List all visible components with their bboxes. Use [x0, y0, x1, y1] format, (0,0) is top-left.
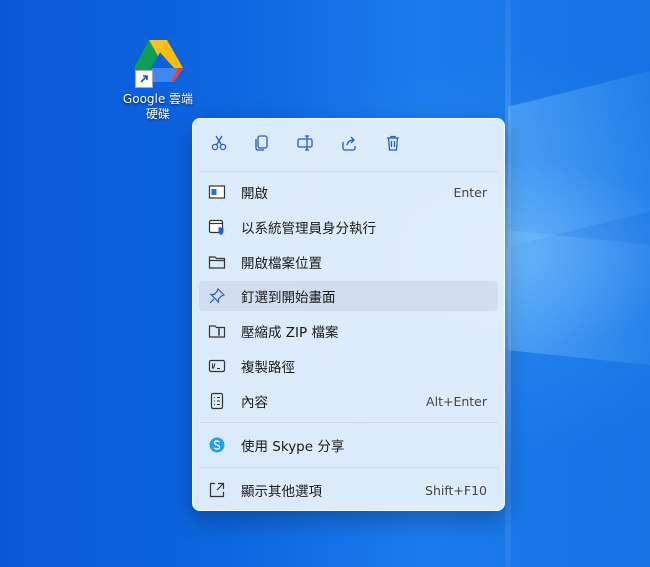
folder-icon — [207, 252, 227, 272]
rename-button[interactable] — [292, 133, 318, 157]
menu-item-label: 釘選到開始畫面 — [241, 290, 336, 306]
copy-icon — [253, 134, 271, 156]
context-menu-toolbar — [193, 119, 504, 171]
menu-item-label: 使用 Skype 分享 — [241, 439, 345, 455]
share-button[interactable] — [336, 133, 362, 157]
menu-item-label: 開啟檔案位置 — [241, 256, 322, 272]
run-as-admin-icon — [207, 217, 227, 237]
copy-path-icon — [207, 356, 227, 376]
wallpaper-pane — [508, 230, 650, 366]
cut-icon — [210, 134, 228, 156]
pin-icon — [207, 286, 227, 306]
more-options-icon — [207, 480, 227, 500]
menu-item-compress-zip[interactable]: 壓縮成 ZIP 檔案 — [199, 316, 498, 346]
shortcut-arrow-icon — [135, 70, 153, 88]
menu-item-properties[interactable]: 內容 Alt+Enter — [199, 386, 498, 416]
menu-separator — [199, 467, 498, 468]
menu-item-copy-path[interactable]: 複製路徑 — [199, 351, 498, 381]
zip-icon — [207, 321, 227, 341]
copy-button[interactable] — [249, 133, 275, 157]
properties-icon — [207, 391, 227, 411]
menu-item-label: 顯示其他選項 — [241, 484, 322, 500]
menu-separator — [199, 171, 498, 172]
menu-item-run-as-admin[interactable]: 以系統管理員身分執行 — [199, 212, 498, 242]
skype-icon — [207, 435, 227, 455]
menu-item-label: 以系統管理員身分執行 — [241, 221, 376, 237]
rename-icon — [296, 134, 314, 156]
wallpaper-pane — [508, 69, 650, 247]
menu-item-shortcut: Shift+F10 — [425, 482, 487, 498]
open-icon — [207, 182, 227, 202]
menu-item-pin-to-start[interactable]: 釘選到開始畫面 — [199, 281, 498, 311]
desktop-shortcut-label: Google 雲端 — [122, 92, 194, 106]
menu-item-share-skype[interactable]: 使用 Skype 分享 — [199, 430, 498, 460]
menu-item-label: 開啟 — [241, 186, 268, 202]
cut-button[interactable] — [206, 133, 232, 157]
menu-item-label: 複製路徑 — [241, 360, 295, 376]
google-drive-icon — [131, 38, 185, 88]
menu-item-label: 壓縮成 ZIP 檔案 — [241, 325, 339, 341]
share-icon — [340, 134, 358, 156]
menu-item-shortcut: Alt+Enter — [426, 393, 487, 409]
menu-item-show-more-options[interactable]: 顯示其他選項 Shift+F10 — [199, 475, 498, 505]
delete-button[interactable] — [380, 133, 406, 157]
menu-item-shortcut: Enter — [453, 184, 487, 200]
delete-icon — [384, 134, 402, 156]
context-menu: 開啟 Enter 以系統管理員身分執行 開啟檔案位置 釘選到開始畫面 壓縮成 Z… — [192, 118, 505, 511]
desktop-shortcut-label-line2: 硬碟 — [145, 107, 170, 121]
menu-item-open-file-location[interactable]: 開啟檔案位置 — [199, 247, 498, 277]
menu-item-label: 內容 — [241, 395, 268, 411]
menu-separator — [199, 422, 498, 423]
menu-item-open[interactable]: 開啟 Enter — [199, 177, 498, 207]
desktop-shortcut-google-drive[interactable]: Google 雲端 硬碟 — [113, 38, 203, 122]
